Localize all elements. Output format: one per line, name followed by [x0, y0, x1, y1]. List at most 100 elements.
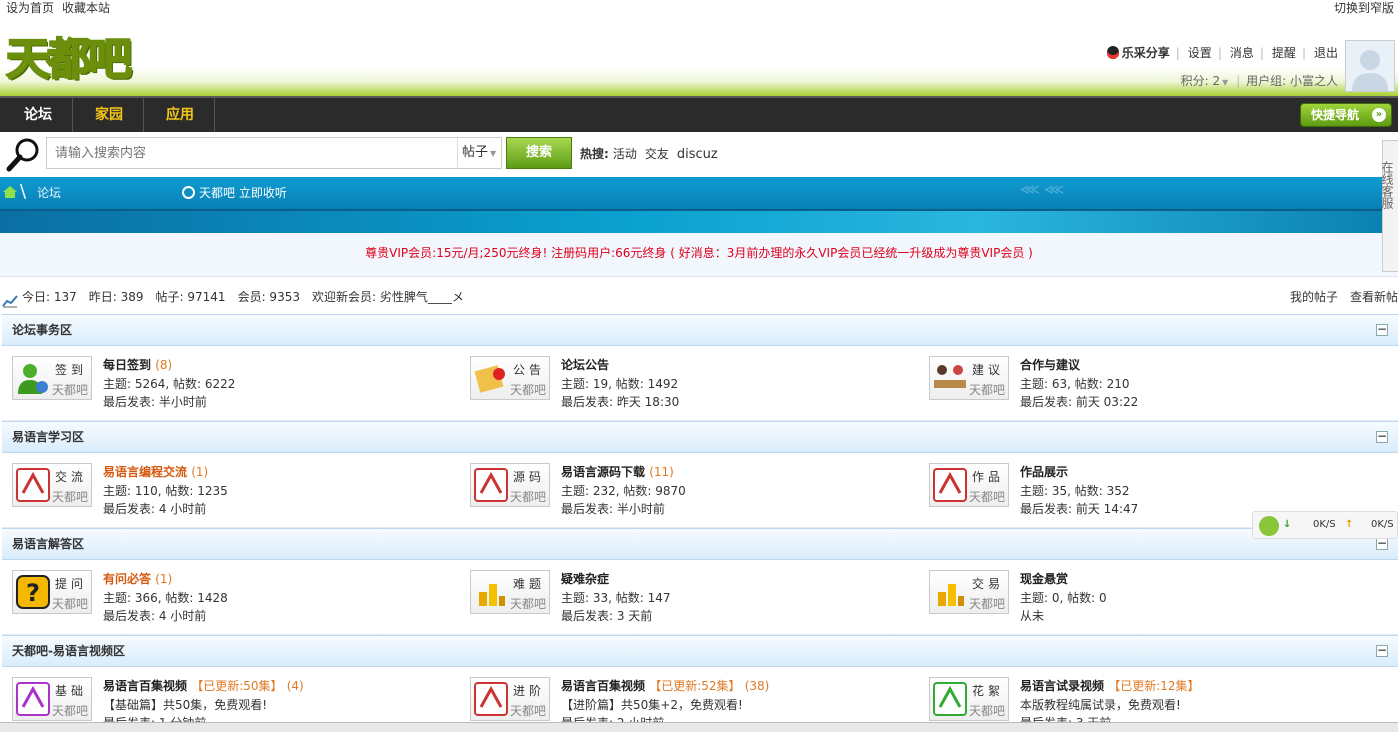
forum-last-post[interactable]: 最后发表: 半小时前: [561, 500, 665, 517]
accelerator-icon: [1259, 516, 1279, 536]
messages-link[interactable]: 消息: [1230, 46, 1254, 60]
forum-icon[interactable]: 难题 天都吧: [470, 570, 550, 614]
forum-stats-line: 主题: 0, 帖数: 0: [1020, 591, 1107, 605]
forum-stats-line: 本版教程纯属试录，免费观看!: [1020, 698, 1181, 712]
eyuyan-icon: [15, 467, 51, 503]
forum-title[interactable]: 合作与建议: [1020, 356, 1080, 373]
forum-row: 交流 天都吧 易语言编程交流 (1) 主题: 110, 帖数: 1235 最后发表: 4…: [2, 453, 1398, 528]
my-posts-link[interactable]: 我的帖子: [1290, 290, 1338, 304]
forum-last-post[interactable]: 最后发表: 半小时前: [103, 393, 207, 410]
section-header[interactable]: 易语言解答区 −: [2, 528, 1398, 560]
stat-welcome[interactable]: 欢迎新会员: 劣性脾气____メ: [312, 290, 464, 304]
qq-icon: [1106, 46, 1119, 59]
speed-monitor[interactable]: ↓ 0K/S ↑ 0K/S: [1252, 511, 1398, 539]
forum-title[interactable]: 易语言百集视频 【已更新:52集】 (38): [561, 677, 769, 694]
forum-title[interactable]: 易语言编程交流 (1): [103, 463, 208, 480]
nav-item-apps[interactable]: 应用: [146, 98, 215, 132]
set-home-link[interactable]: 设为首页: [6, 1, 54, 15]
section-title[interactable]: 易语言解答区: [12, 537, 84, 551]
search-button[interactable]: 搜索: [506, 137, 572, 169]
forum-last-post[interactable]: 最后发表: 4 小时前: [103, 607, 206, 624]
hot-term[interactable]: 活动: [613, 147, 637, 161]
hot-term[interactable]: discuz: [677, 147, 718, 162]
forum-stats-line: 主题: 35, 帖数: 352: [1020, 484, 1130, 498]
nav-item-home[interactable]: 家园: [75, 98, 144, 132]
forum-icon[interactable]: 源码 天都吧: [470, 463, 550, 507]
avatar[interactable]: [1345, 40, 1395, 92]
collapse-icon[interactable]: −: [1376, 323, 1388, 336]
download-speed: 0K/S: [1313, 519, 1336, 530]
forum-title[interactable]: 有问必答 (1): [103, 570, 172, 587]
section-title[interactable]: 易语言学习区: [12, 430, 84, 444]
quick-nav-button[interactable]: 快捷导航»: [1300, 103, 1392, 127]
vip-notice[interactable]: 尊贵VIP会员:15元/月;250元终身! 注册码用户:66元终身 ( 好消息：…: [0, 233, 1398, 277]
site-logo[interactable]: 天都吧: [5, 33, 133, 86]
forum-last-post[interactable]: 最后发表: 4 小时前: [103, 500, 206, 517]
forum-icon[interactable]: 花絮 天都吧: [929, 677, 1009, 721]
forum-title[interactable]: 每日签到 (8): [103, 356, 172, 373]
upload-speed: 0K/S: [1371, 519, 1394, 530]
search-type-select[interactable]: 帖子 ▼: [457, 138, 503, 168]
forum-title[interactable]: 作品展示: [1020, 463, 1068, 480]
home-icon[interactable]: [2, 185, 18, 199]
forum-stats-line: 【进阶篇】共50集+2，免费观看!: [561, 698, 743, 712]
forum-icon[interactable]: 签到 天都吧: [12, 356, 92, 400]
nav-item-forum[interactable]: 论坛: [4, 98, 73, 132]
forum-title[interactable]: 疑难杂症: [561, 570, 609, 587]
section-header[interactable]: 天都吧-易语言视频区 −: [2, 635, 1398, 667]
stats-chart-icon: [2, 290, 18, 308]
switch-width-link[interactable]: 切换到窄版: [1334, 0, 1394, 16]
new-posts-link[interactable]: 查看新帖: [1350, 290, 1398, 304]
breadcrumb: \ 论坛 天都吧 立即收听: [0, 177, 1398, 211]
fish-decoration: ⋘ ⋘: [1020, 182, 1065, 198]
breadcrumb-forum[interactable]: 论坛: [37, 184, 61, 201]
eyuyan-icon: [473, 681, 509, 717]
listen-link[interactable]: 天都吧 立即收听: [182, 184, 287, 201]
forum-item: 交流 天都吧 易语言编程交流 (1) 主题: 110, 帖数: 1235 最后发表: 4…: [12, 463, 452, 523]
forum-last-post[interactable]: 最后发表: 昨天 18:30: [561, 393, 679, 410]
user-panel: 乐采分享 | 设置 | 消息 | 提醒 | 退出 积分: 2 ▼ | 用户组: 小富之人: [1095, 44, 1338, 89]
forum-item: 源码 天都吧 易语言源码下载 (11) 主题: 232, 帖数: 9870 最后发表: …: [470, 463, 910, 523]
forum-icon[interactable]: 建议 天都吧: [929, 356, 1009, 400]
forum-title[interactable]: 易语言百集视频 【已更新:50集】 (4): [103, 677, 304, 694]
qq-share-link[interactable]: 乐采分享: [1101, 46, 1170, 60]
forum-icon[interactable]: ? 提问 天都吧: [12, 570, 92, 614]
logout-link[interactable]: 退出: [1314, 46, 1338, 60]
section-title[interactable]: 天都吧-易语言视频区: [12, 644, 125, 658]
forum-icon[interactable]: 交易 天都吧: [929, 570, 1009, 614]
reminders-link[interactable]: 提醒: [1272, 46, 1296, 60]
suggest-icon: [932, 360, 968, 396]
collapse-icon[interactable]: −: [1376, 430, 1388, 443]
collapse-icon[interactable]: −: [1376, 537, 1388, 550]
section-header[interactable]: 易语言学习区 −: [2, 421, 1398, 453]
forum-title[interactable]: 易语言源码下载 (11): [561, 463, 674, 480]
hot-term[interactable]: 交友: [645, 147, 669, 161]
section-title[interactable]: 论坛事务区: [12, 323, 72, 337]
forum-last-post[interactable]: 最后发表: 3 天前: [561, 607, 652, 624]
eyuyan-icon: [932, 467, 968, 503]
online-service-tab[interactable]: 在线客服: [1380, 140, 1398, 272]
section-header[interactable]: 论坛事务区 −: [2, 314, 1398, 346]
forum-title[interactable]: 易语言试录视频 【已更新:12集】: [1020, 677, 1200, 694]
bookmark-link[interactable]: 收藏本站: [62, 1, 110, 15]
collapse-icon[interactable]: −: [1376, 644, 1388, 657]
user-group-label: 用户组: 小富之人: [1246, 74, 1338, 88]
forum-icon[interactable]: 作品 天都吧: [929, 463, 1009, 507]
forum-icon[interactable]: 基础 天都吧: [12, 677, 92, 721]
forum-item: 交易 天都吧 现金悬赏 主题: 0, 帖数: 0 从未: [929, 570, 1369, 630]
forum-last-post[interactable]: 最后发表: 前天 03:22: [1020, 393, 1138, 410]
forum-icon[interactable]: 公告 天都吧: [470, 356, 550, 400]
settings-link[interactable]: 设置: [1188, 46, 1212, 60]
stat-posts: 帖子: 97141: [155, 290, 226, 304]
forum-icon[interactable]: 交流 天都吧: [12, 463, 92, 507]
forum-title[interactable]: 现金悬赏: [1020, 570, 1068, 587]
forum-stats-line: 【基础篇】共50集，免费观看!: [103, 698, 268, 712]
eyuyan-icon: [473, 467, 509, 503]
gold-icon: [473, 574, 509, 610]
forum-last-post[interactable]: 最后发表: 前天 14:47: [1020, 500, 1138, 517]
forum-icon[interactable]: 进阶 天都吧: [470, 677, 550, 721]
forum-title[interactable]: 论坛公告: [561, 356, 609, 373]
forum-last-post[interactable]: 从未: [1020, 607, 1044, 624]
search-input[interactable]: [47, 138, 457, 168]
points-dropdown[interactable]: 积分: 2: [1181, 74, 1221, 88]
